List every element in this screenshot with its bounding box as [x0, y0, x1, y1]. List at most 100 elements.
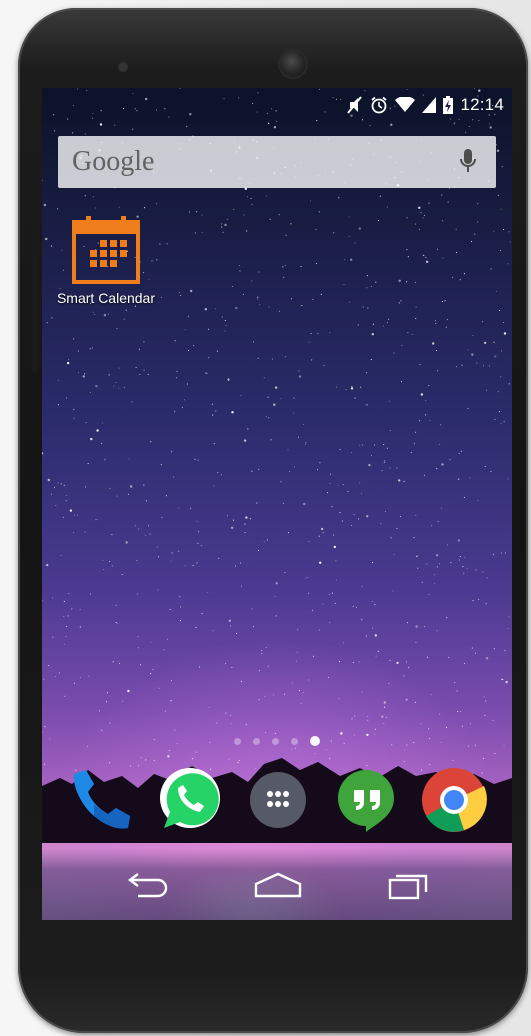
star [44, 726, 46, 728]
star [150, 641, 152, 643]
star [258, 670, 260, 672]
star [115, 621, 117, 624]
star [485, 700, 487, 702]
star [225, 663, 227, 665]
star [123, 318, 125, 320]
star [42, 600, 43, 602]
star [225, 712, 227, 714]
star [492, 719, 494, 721]
star [217, 472, 219, 474]
star [439, 713, 441, 715]
star [408, 667, 410, 669]
star [257, 296, 259, 298]
star [436, 468, 438, 470]
star [102, 568, 105, 571]
star [65, 635, 67, 638]
star [317, 332, 319, 334]
star [216, 350, 218, 352]
star [89, 348, 91, 350]
star [245, 516, 248, 519]
star [258, 468, 260, 470]
star [240, 395, 242, 397]
star [425, 256, 427, 258]
star [351, 718, 353, 720]
star [274, 733, 276, 735]
recents-icon[interactable] [378, 870, 438, 900]
mic-icon[interactable] [458, 148, 478, 176]
star [179, 596, 181, 598]
star [414, 701, 417, 703]
star [95, 207, 97, 209]
chrome-icon[interactable] [418, 764, 490, 836]
star [372, 323, 374, 325]
star [268, 417, 270, 419]
star [256, 502, 258, 504]
star [212, 414, 214, 416]
star [508, 616, 510, 618]
star [459, 279, 461, 281]
star [360, 492, 363, 494]
star [273, 126, 277, 129]
star [273, 403, 276, 406]
star [413, 537, 415, 539]
app-shortcut-smart-calendar[interactable]: Smart Calendar [50, 214, 162, 306]
star [47, 478, 50, 482]
star [187, 315, 189, 317]
star [422, 217, 424, 219]
star [244, 523, 246, 525]
star [350, 258, 353, 261]
star [335, 560, 337, 562]
star [82, 375, 85, 378]
star [298, 689, 300, 692]
star [231, 666, 233, 669]
star [93, 313, 95, 315]
star [425, 260, 429, 263]
star [445, 326, 447, 328]
star [103, 314, 107, 317]
back-icon[interactable] [118, 870, 178, 900]
star [106, 701, 108, 703]
star [386, 321, 388, 324]
star [441, 300, 444, 303]
app-drawer-icon[interactable] [242, 764, 314, 836]
star [470, 723, 472, 725]
star [350, 451, 352, 453]
star [463, 273, 465, 275]
star [57, 482, 59, 484]
star [230, 714, 232, 716]
star [335, 386, 338, 388]
star [270, 439, 272, 441]
phone-icon[interactable] [66, 764, 138, 836]
page-dot [272, 737, 279, 745]
star [415, 514, 417, 516]
home-icon[interactable] [248, 870, 308, 900]
star [423, 474, 426, 476]
star [469, 477, 471, 479]
star [131, 401, 133, 403]
star [230, 526, 234, 529]
star [284, 571, 286, 573]
star [267, 396, 269, 398]
star [488, 365, 490, 367]
star [374, 634, 377, 637]
star [500, 423, 502, 425]
star [291, 298, 293, 300]
hangouts-icon[interactable] [330, 764, 402, 836]
whatsapp-icon[interactable] [154, 764, 226, 836]
star [58, 672, 60, 674]
star [370, 285, 372, 288]
star [244, 532, 246, 534]
star [263, 377, 265, 379]
google-search-bar[interactable]: Google [58, 136, 496, 188]
star [410, 452, 412, 454]
star [371, 455, 373, 457]
star [493, 230, 495, 232]
star [499, 309, 501, 312]
star [89, 593, 92, 595]
star [118, 206, 120, 208]
star [503, 332, 507, 335]
star [388, 683, 390, 685]
star [442, 257, 444, 259]
star [436, 248, 439, 250]
star [269, 218, 271, 220]
